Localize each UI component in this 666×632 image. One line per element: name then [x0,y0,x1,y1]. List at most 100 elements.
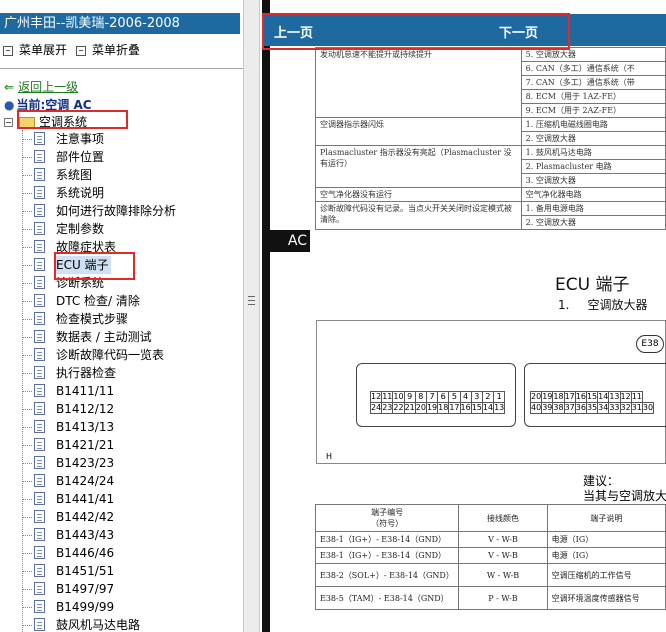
tree-item[interactable]: DTC 检查/ 清除 [0,292,243,310]
document-icon [34,150,45,163]
connector-pin: 15 [585,391,599,403]
terminal-table: 端子编号 （符号） 接线颜色 端子说明 E38-1（IG+）- E38-14（GND）… [314,504,666,610]
symptom-cell: Plasmacluster 指示器没有亮起（Plasmacluster 没有运行… [315,145,522,188]
grip-icon [248,296,255,305]
connector-pin: 12 [619,391,632,403]
tree-panel: 广州丰田--凯美瑞-2006-2008 菜单展开 菜单折叠 ⇐ 返回上一级 ● 当前… [0,0,243,632]
pane-splitter[interactable] [243,0,260,632]
connector-pin: 39 [541,402,554,414]
tree-item[interactable]: 鼓风机马达电路 [0,616,243,632]
table-cell: E38-5（TAM）- E38-14（GND） [314,586,460,610]
document-icon [34,186,45,199]
connector-left-pins: 12 11 10 9 8 7 6 5 4 3 2 1 24 23 22 21 20 19 18 17 16 15 14 13 [369,391,506,414]
tree-item[interactable]: 执行器检查 [0,364,243,382]
tree-item[interactable]: B1412/12 [0,400,243,418]
document-icon [34,348,45,361]
tree-item[interactable]: 定制参数 [0,220,243,238]
connector-pin: 19 [541,391,554,403]
tree-item[interactable]: B1424/24 [0,472,243,490]
document-icon [34,330,45,343]
tree-item-label: 执行器检查 [56,366,117,380]
tree-item-label: B1424/24 [56,474,115,488]
tree-item[interactable]: 如何进行故障排除分析 [0,202,243,220]
document-icon [34,384,45,397]
tree-item[interactable]: 系统说明 [0,184,243,202]
tree-item[interactable]: 诊断故障代码一览表 [0,346,243,364]
tree-item-label: 定制参数 [56,222,105,236]
menu-expand-button[interactable]: 菜单展开 [3,41,67,58]
tree-item[interactable]: B1443/43 [0,526,243,544]
tree-item[interactable]: 部件位置 [0,148,243,166]
tree-connector [22,625,32,626]
tree-connector [22,427,32,428]
connector-pin: 15 [470,402,483,414]
document-icon [34,582,45,595]
connector-pin: 10 [392,391,405,403]
connector-pin: 36 [574,402,587,414]
tree-item[interactable]: 数据表 / 主动测试 [0,328,243,346]
tree-item[interactable]: 注意事项 [0,130,243,148]
menu-collapse-button[interactable]: 菜单折叠 [76,41,140,58]
connector-pin: 40 [529,402,543,414]
tree-item[interactable]: 检查模式步骤 [0,310,243,328]
tree-item[interactable]: B1423/23 [0,454,243,472]
connector-pin: 35 [585,402,599,414]
document-icon [34,240,45,253]
connector-pin: 17 [563,391,576,403]
back-link[interactable]: ⇐ 返回上一级 [4,78,78,95]
connector-pin: 14 [481,402,495,414]
tree-connector [22,409,32,410]
cause-cell: 6. CAN（多工）通信系统（不 [520,61,666,76]
connector-pin: 23 [381,402,394,414]
connector-pin: 22 [392,402,405,414]
tree-item[interactable]: B1421/21 [0,436,243,454]
document-icon [34,420,45,433]
tree-item-label: 检查模式步骤 [56,312,129,326]
table-row: E38-1（IG+）- E38-14（GND） V - W-B 电源（IG） [314,547,666,564]
symptom-cell: 诊断故障代码没有记录。当点火开关关闭时设定模式被清除。 [315,201,522,230]
cause-cell: 8. ECM（用于 1AZ-FE） [520,89,666,104]
connector-pin: 11 [381,391,394,403]
tree-item[interactable]: B1411/11 [0,382,243,400]
table-row: Plasmacluster 指示器没有亮起（Plasmacluster 没有运行… [315,145,666,188]
tree-connector [22,247,32,248]
divider [0,68,243,69]
tree-connector [22,553,32,554]
document-icon [34,456,45,469]
document-edge [262,0,270,632]
suggestion-line2: 当其与空调放大 [583,489,666,503]
tree-item[interactable]: B1446/46 [0,544,243,562]
connector-pin: 13 [493,402,506,414]
connector-pin: 13 [608,391,621,403]
tree-connector [22,355,32,356]
document-icon [34,528,45,541]
cause-cell: 空气净化器电路 [520,187,666,202]
tree-item[interactable]: B1413/13 [0,418,243,436]
connector-pin: 33 [608,402,621,414]
tree-item-label: B1421/21 [56,438,115,452]
tree-item-label: B1443/43 [56,528,115,542]
tree-item[interactable]: B1499/99 [0,598,243,616]
cause-cell: 9. ECM（用于 2AZ-FE） [520,103,666,118]
tree-item-label: DTC 检查/ 清除 [56,294,140,308]
connector-pin: 7 [425,391,439,403]
collapse-toggle-icon[interactable]: − [4,118,13,127]
connector-pin: 11 [630,391,643,403]
user-icon: ● [4,98,15,112]
document-icon [34,258,45,271]
cause-cell: 2. 空调放大器 [520,131,666,146]
tree-item[interactable]: B1441/41 [0,490,243,508]
tree-item[interactable]: 系统图 [0,166,243,184]
tree-item[interactable]: B1497/97 [0,580,243,598]
expand-icon [3,45,13,56]
tree-connector [22,337,32,338]
highlight-box-ecu [54,252,135,280]
connector-pin: 38 [552,402,565,414]
document-icon [34,222,45,235]
connector-pin: 4 [459,391,472,403]
tree-connector [22,499,32,500]
tree-item[interactable]: B1442/42 [0,508,243,526]
connector-pin: 21 [403,402,416,414]
panel-title: 广州丰田--凯美瑞-2006-2008 [0,13,240,34]
tree-item[interactable]: B1451/51 [0,562,243,580]
